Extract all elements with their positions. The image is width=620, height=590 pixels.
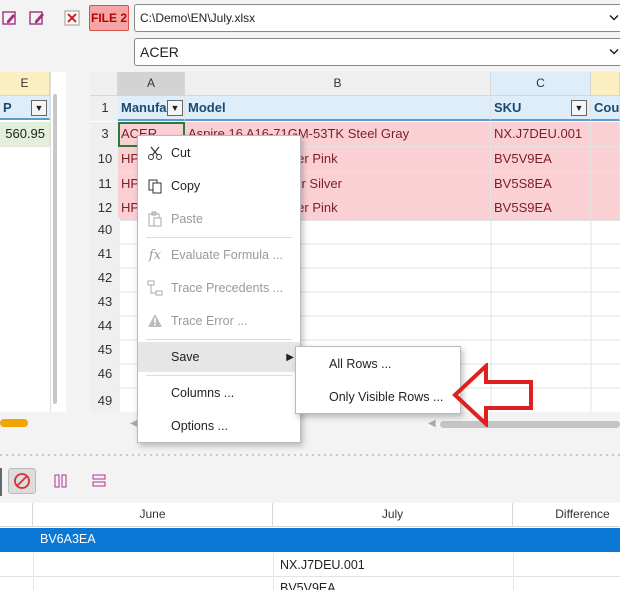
file-path-combo[interactable]: C:\Demo\EN\July.xlsx [134,4,620,32]
filter-dropdown-button[interactable]: ▼ [571,100,587,116]
menu-item-only-visible-rows[interactable]: Only Visible Rows ... [296,382,460,412]
table-row[interactable]: BV6A3EA [0,528,620,552]
col-header-e[interactable]: E [0,72,50,96]
col-header-b[interactable]: B [185,72,491,96]
filter-header-country: Cou [591,96,620,121]
bottom-toolbar-left [0,468,2,496]
comparison-header-july[interactable]: July [273,503,513,527]
cell-country[interactable] [591,172,620,197]
filter-dropdown-button[interactable]: ▼ [167,100,183,116]
chevron-down-icon [609,13,619,24]
comparison-corner-header [0,503,33,527]
toolbar-edit2-icon[interactable] [28,8,48,28]
row-number[interactable]: 11 [90,172,120,197]
filter-value: ACER [140,44,179,60]
menu-item-save[interactable]: Save ▶ [138,342,300,372]
menu-item-options[interactable]: Options ... [138,411,300,441]
menu-item-copy[interactable]: Copy [138,171,300,201]
chevron-down-icon [609,47,619,58]
trace-precedents-icon [146,279,164,297]
menu-separator [146,375,292,376]
scissors-icon [146,144,164,162]
row-number[interactable]: 40 [90,218,120,243]
menu-item-paste[interactable]: Paste [138,204,300,234]
scroll-left-icon[interactable]: ◀ [428,418,436,429]
context-menu: Cut Copy Paste fx Evaluate Formula ... T… [137,135,301,443]
left-value-cell[interactable]: 560.95 [0,122,50,147]
row-number[interactable]: 43 [90,290,120,315]
menu-separator [146,339,292,340]
comparison-header-difference[interactable]: Difference [513,503,620,527]
cell-sku[interactable]: BV5S9EA [491,196,591,221]
cell-june: BV6A3EA [40,532,96,546]
warning-icon [146,312,164,330]
cell-country[interactable] [591,147,620,172]
table-row[interactable]: NX.J7DEU.001 [0,553,620,577]
corner-header[interactable] [90,72,118,96]
row-number[interactable]: 3 [90,122,120,147]
cell-sku[interactable]: BV5S8EA [491,172,591,197]
row-number[interactable]: 12 [90,196,120,221]
formula-icon: fx [148,247,162,263]
left-grid: E P ▼ 560.95 [0,72,66,412]
filter-header-model: Model [185,96,491,121]
row-number-49[interactable]: 49 [90,391,120,411]
left-vscrollbar[interactable] [53,94,57,404]
menu-item-cut[interactable]: Cut [138,138,300,168]
cell-july: NX.J7DEU.001 [280,558,365,572]
pane-divider[interactable] [0,450,620,460]
save-submenu: All Rows ... Only Visible Rows ... [295,346,461,414]
file-path-value: C:\Demo\EN\July.xlsx [140,11,256,25]
comparison-table: June July Difference BV6A3EA NX.J7DEU.00… [0,503,620,590]
cell-sku[interactable]: BV5V9EA [491,147,591,172]
cell-july: BV5V9EA [280,581,336,590]
menu-item-evaluate-formula[interactable]: fx Evaluate Formula ... [138,240,300,270]
menu-item-columns[interactable]: Columns ... [138,378,300,408]
file-2-badge[interactable]: FILE 2 [89,5,129,31]
cell-country[interactable] [591,122,620,147]
filter-value-combo[interactable]: ACER [134,38,620,66]
row-number[interactable]: 44 [90,314,120,339]
toolbar-edit-icon[interactable] [0,8,20,28]
row-number[interactable]: 41 [90,242,120,267]
menu-item-all-rows[interactable]: All Rows ... [296,349,460,379]
row-number[interactable]: 1 [90,96,120,121]
rows-view-icon[interactable] [85,468,113,494]
col-header-d[interactable] [591,72,620,96]
copy-icon [146,177,164,195]
table-row[interactable]: BV5V9EA [0,578,620,590]
menu-item-trace-error[interactable]: Trace Error ... [138,306,300,336]
red-arrow-annotation [452,363,533,427]
columns-view-icon[interactable] [47,468,75,494]
submenu-arrow-icon: ▶ [286,351,294,363]
left-hscrollbar[interactable] [0,419,28,427]
row-number[interactable]: 45 [90,338,120,363]
paste-icon [146,210,164,228]
close-file-icon[interactable] [62,8,82,28]
menu-item-trace-precedents[interactable]: Trace Precedents ... [138,273,300,303]
cell-sku[interactable]: NX.J7DEU.001 [491,122,591,147]
row-number[interactable]: 42 [90,266,120,291]
row-number[interactable]: 10 [90,147,120,172]
col-header-a[interactable]: A [118,72,185,96]
menu-separator [146,237,292,238]
no-filter-button[interactable] [8,468,36,494]
comparison-header-june[interactable]: June [33,503,273,527]
cell-country[interactable] [591,196,620,221]
filter-dropdown-button[interactable]: ▼ [31,100,47,116]
col-header-c[interactable]: C [491,72,591,96]
row-number[interactable]: 46 [90,362,120,387]
